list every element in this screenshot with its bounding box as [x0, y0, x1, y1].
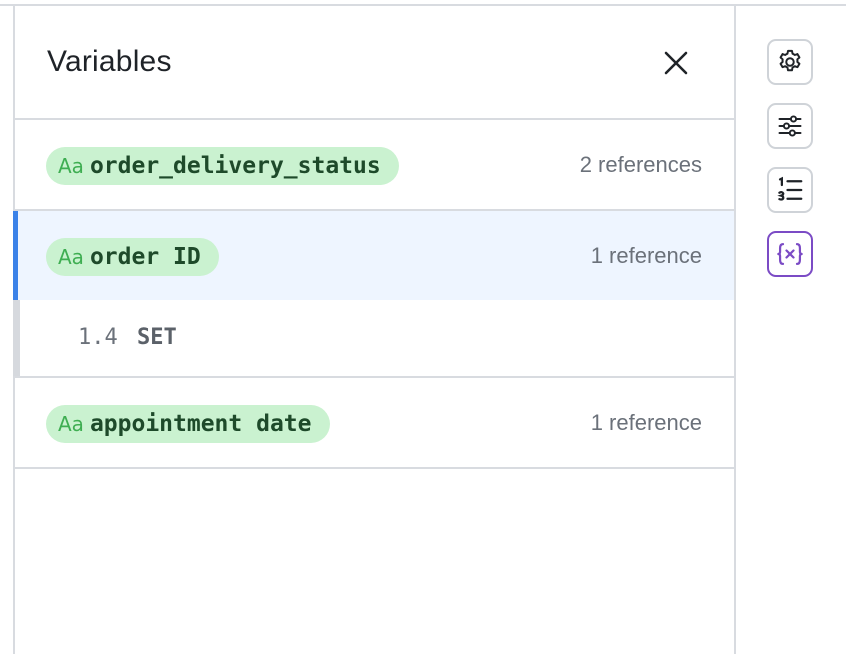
variable-icon: [777, 242, 803, 266]
steps-list-button[interactable]: [767, 167, 813, 213]
variables-button[interactable]: [767, 231, 813, 277]
variable-pill: Aa appointment date: [46, 405, 330, 443]
usage-action: SET: [137, 325, 177, 350]
variable-usage-row[interactable]: 1.4 SET: [13, 300, 734, 378]
variable-name: order_delivery_status: [89, 153, 381, 179]
reference-count: 1 reference: [590, 243, 702, 268]
settings-button[interactable]: [767, 39, 813, 85]
text-type-icon: Aa: [58, 245, 84, 269]
variable-pill: Aa order_delivery_status: [46, 147, 399, 185]
close-button[interactable]: [659, 46, 693, 80]
usage-indicator: [13, 300, 20, 376]
numbered-list-icon: [777, 176, 803, 201]
text-type-icon: Aa: [58, 412, 84, 436]
panel-title: Variables: [47, 45, 172, 78]
gear-icon: [779, 49, 801, 72]
variable-pill: Aa order ID: [46, 238, 219, 276]
reference-count: 1 reference: [590, 410, 702, 435]
variable-name: order ID: [89, 244, 201, 270]
reference-count: 2 references: [579, 152, 702, 177]
usage-step-number: 1.4: [78, 325, 118, 350]
variable-row-order-id[interactable]: Aa order ID 1 reference: [13, 211, 734, 300]
selection-indicator: [13, 211, 18, 300]
variable-row-order-delivery-status[interactable]: Aa order_delivery_status 2 references: [15, 120, 734, 211]
panel-header: Variables: [15, 6, 734, 120]
app-root: Variables Aa order_delivery_status 2 ref…: [0, 0, 846, 654]
sliders-icon: [778, 115, 802, 137]
close-icon: [664, 51, 688, 75]
text-type-icon: Aa: [58, 154, 84, 178]
filter-settings-button[interactable]: [767, 103, 813, 149]
variables-panel: Variables Aa order_delivery_status 2 ref…: [13, 6, 736, 654]
variable-row-appointment-date[interactable]: Aa appointment date 1 reference: [15, 378, 734, 469]
variable-name: appointment date: [89, 411, 312, 437]
